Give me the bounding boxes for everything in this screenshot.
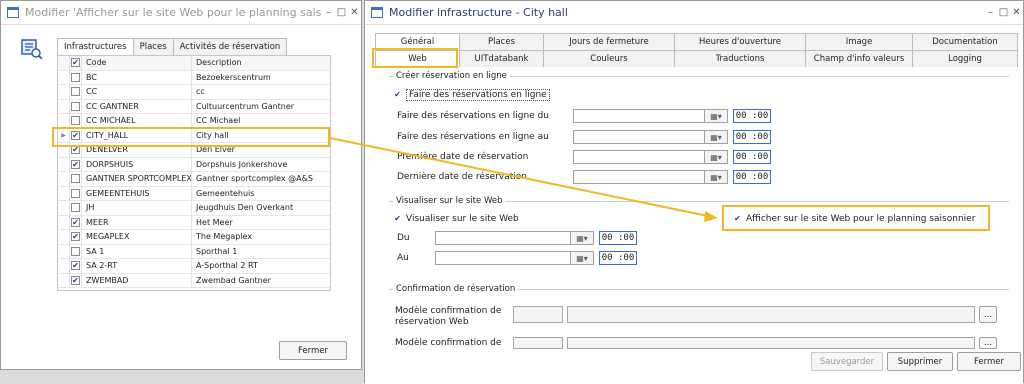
- annotation-arrow: [329, 137, 718, 222]
